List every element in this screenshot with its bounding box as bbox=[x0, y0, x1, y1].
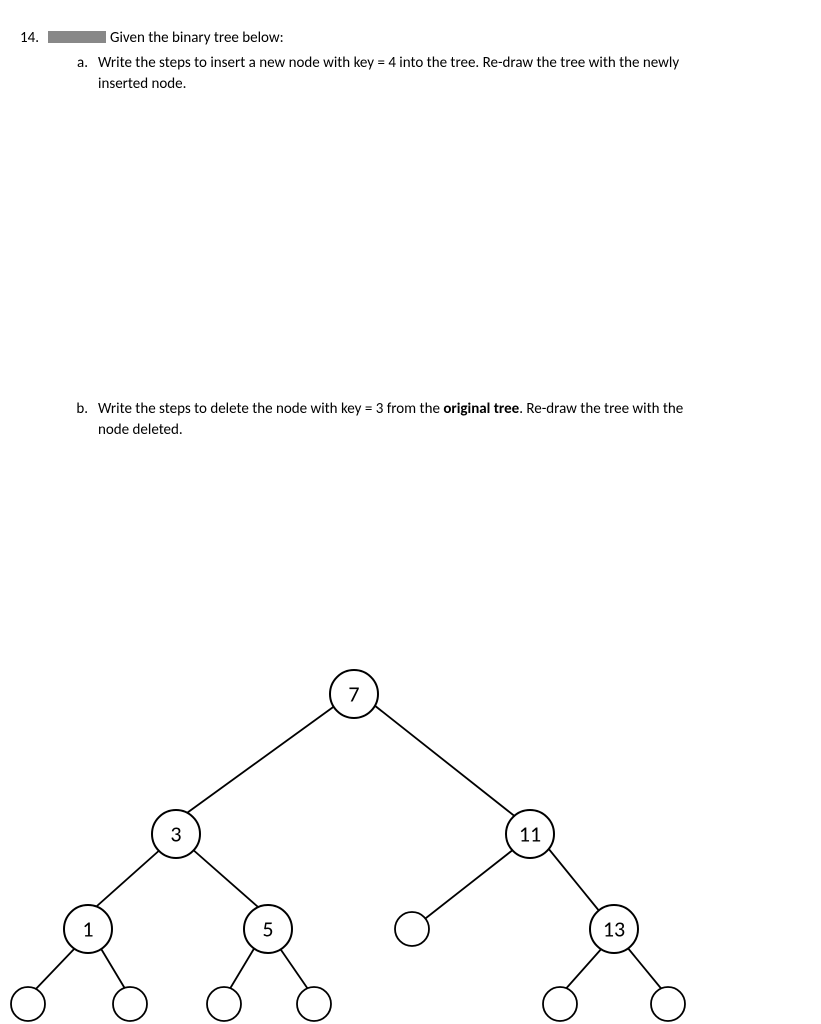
edge-7-11 bbox=[374, 705, 517, 818]
leaf-1-right bbox=[113, 987, 147, 1021]
leaf-5-right bbox=[297, 987, 331, 1021]
node-11-label: 11 bbox=[519, 821, 541, 848]
node-7-label: 7 bbox=[348, 681, 359, 708]
edge-11-13 bbox=[548, 848, 600, 912]
edge-11-left bbox=[412, 849, 514, 929]
edge-5-right bbox=[279, 947, 310, 992]
node-5-label: 5 bbox=[262, 916, 273, 943]
edge-1-right bbox=[100, 947, 127, 992]
edge-7-3 bbox=[180, 705, 336, 818]
leaf-1-left bbox=[11, 987, 45, 1021]
node-1-label: 1 bbox=[82, 916, 93, 943]
node-empty-11-left bbox=[395, 912, 429, 946]
leaf-5-left bbox=[207, 987, 241, 1021]
redacted-block bbox=[48, 31, 106, 43]
question-14: 14. Given the binary tree below: a. Writ… bbox=[20, 28, 795, 441]
part-b-text2: . Re-draw the tree with the bbox=[519, 400, 683, 418]
edge-5-left bbox=[228, 947, 255, 992]
leaf-13-right bbox=[651, 987, 685, 1021]
node-3-label: 3 bbox=[170, 821, 181, 848]
node-13-label: 13 bbox=[603, 916, 625, 943]
part-a-label: a. bbox=[68, 53, 98, 95]
part-b-text3: node deleted. bbox=[98, 421, 183, 439]
edge-1-left bbox=[33, 947, 76, 992]
edge-13-left bbox=[563, 947, 603, 992]
question-intro: Given the binary tree below: bbox=[110, 29, 284, 47]
edge-3-1 bbox=[88, 848, 162, 914]
part-b: b. Write the steps to delete the node wi… bbox=[68, 399, 795, 441]
edge-3-5 bbox=[191, 848, 266, 914]
part-b-label: b. bbox=[68, 399, 98, 441]
part-b-bold: original tree bbox=[443, 400, 519, 418]
part-b-text1: Write the steps to delete the node with … bbox=[98, 400, 443, 418]
part-a-line2: inserted node. bbox=[98, 75, 186, 93]
part-a: a. Write the steps to insert a new node … bbox=[68, 53, 795, 95]
question-number: 14. bbox=[20, 28, 48, 441]
leaf-13-left bbox=[543, 987, 577, 1021]
edge-13-right bbox=[627, 947, 664, 992]
part-a-line1: Write the steps to insert a new node wit… bbox=[98, 54, 679, 72]
binary-tree-diagram: 7 3 11 1 5 13 bbox=[0, 654, 821, 1024]
